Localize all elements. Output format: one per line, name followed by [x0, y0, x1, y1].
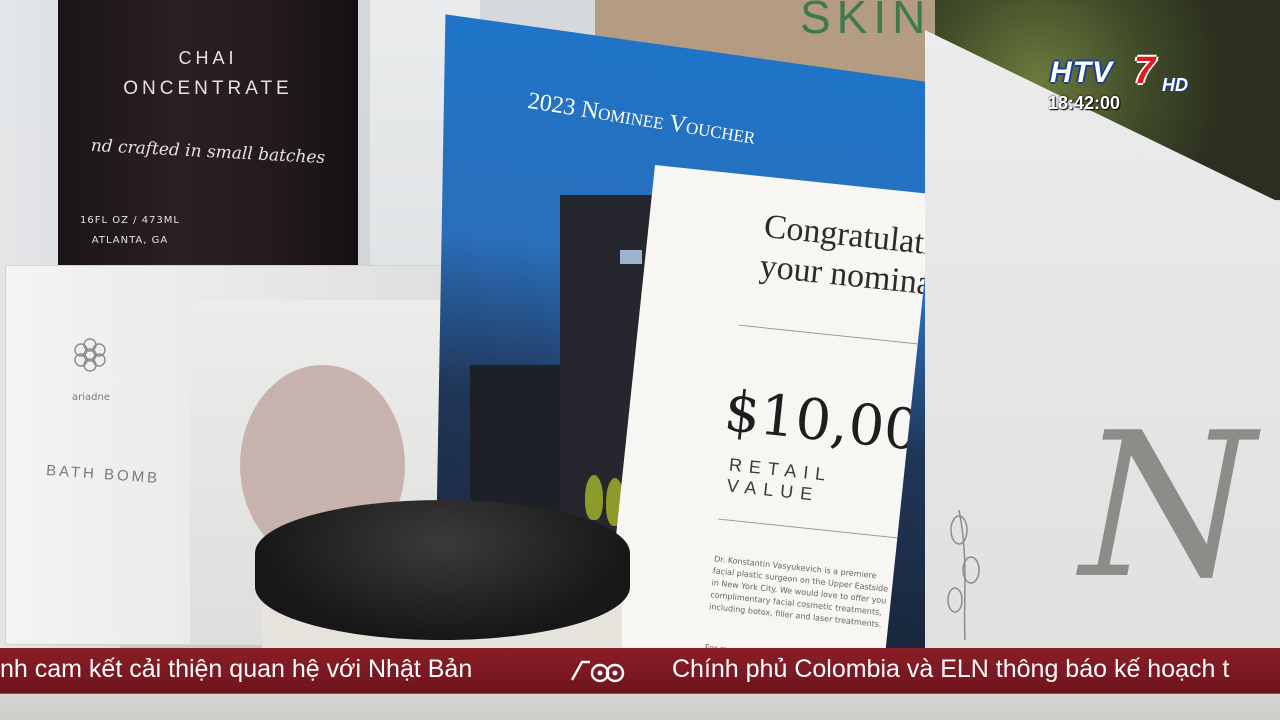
ticker-separator-logo-icon	[570, 660, 625, 683]
floral-sketch-icon	[947, 509, 980, 641]
bottle-label-line1: CHAI	[178, 48, 238, 68]
news-ticker: nh cam kết cải thiện quan hệ với Nhật Bả…	[0, 648, 1280, 694]
cosmetic-jar-lid	[255, 500, 630, 640]
bottle-label-line2: ONCENTRATE	[123, 78, 293, 99]
voucher-photo-tree	[585, 475, 603, 520]
voucher-congrats: Congratulation your nominati	[758, 207, 933, 308]
envelope-monogram: N	[1080, 390, 1255, 623]
ticker-headline-left: nh cam kết cải thiện quan hệ với Nhật Bả…	[0, 655, 473, 683]
voucher-divider	[718, 518, 918, 541]
ticker-headline-right: Chính phủ Colombia và ELN thông báo kế h…	[672, 655, 1230, 683]
box-brand: ariadne	[72, 392, 110, 403]
voucher-divider	[738, 324, 934, 347]
channel-logo-htv: HTV	[1050, 56, 1113, 89]
voucher-amount: $10,000	[721, 378, 934, 468]
bottle-city: ATLANTA, GA	[91, 235, 169, 246]
voucher-retail-value: RETAIL VALUE	[725, 454, 833, 505]
lower-frame-strip	[0, 694, 1280, 720]
voucher-insert: Congratulation your nominati $10,000 RET…	[596, 165, 934, 720]
channel-logo-number: 7	[1134, 50, 1156, 92]
flower-logo-icon	[74, 338, 106, 372]
bottle-volume: 16FL OZ / 473ML	[80, 215, 180, 226]
kraft-box-text: SKIN	[800, 0, 932, 43]
broadcast-clock: 18:42:00	[1048, 93, 1121, 113]
channel-logo-hd: HD	[1162, 75, 1188, 95]
voucher-body-text: Dr. Konstantin Vasyukevich is a premiere…	[708, 554, 889, 630]
